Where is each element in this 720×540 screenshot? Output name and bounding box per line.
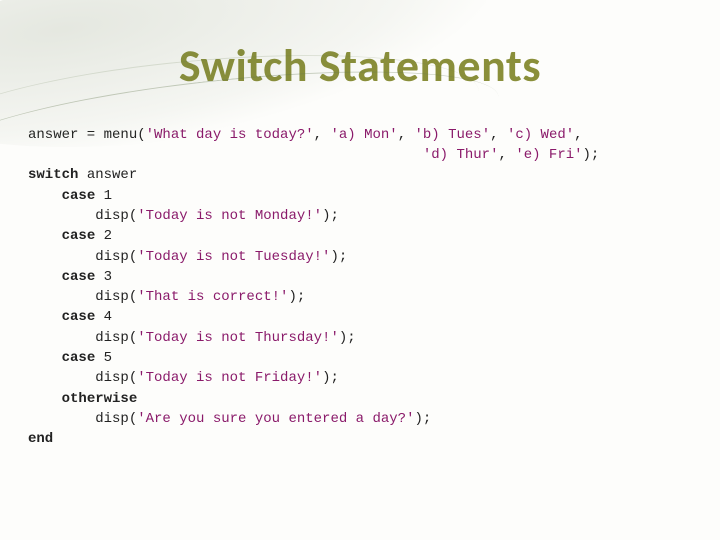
keyword-otherwise: otherwise	[62, 391, 138, 407]
string-literal: 'Today is not Monday!'	[137, 208, 322, 224]
code-text: 3	[95, 269, 112, 285]
code-text	[28, 269, 62, 285]
keyword-switch: switch	[28, 167, 78, 183]
code-text: ,	[398, 127, 415, 143]
code-text: );	[322, 370, 339, 386]
string-literal: 'What day is today?'	[146, 127, 314, 143]
string-literal: 'b) Tues'	[415, 127, 491, 143]
code-text: ,	[574, 127, 582, 143]
string-literal: 'e) Fri'	[515, 147, 582, 163]
string-literal: 'Today is not Tuesday!'	[137, 249, 330, 265]
code-text	[28, 391, 62, 407]
code-text: 2	[95, 228, 112, 244]
code-text	[28, 188, 62, 204]
code-text: answer	[78, 167, 137, 183]
code-text: );	[583, 147, 600, 163]
string-literal: 'Are you sure you entered a day?'	[137, 411, 414, 427]
code-text: 1	[95, 188, 112, 204]
keyword-end: end	[28, 431, 53, 447]
code-text	[28, 147, 423, 163]
code-text: ,	[490, 127, 507, 143]
code-text: disp(	[28, 289, 137, 305]
code-block: answer = menu('What day is today?', 'a) …	[28, 125, 692, 450]
code-text: ,	[499, 147, 516, 163]
code-text: );	[339, 330, 356, 346]
string-literal: 'a) Mon'	[330, 127, 397, 143]
code-text: 5	[95, 350, 112, 366]
keyword-case: case	[62, 269, 96, 285]
code-text: disp(	[28, 208, 137, 224]
code-text: );	[322, 208, 339, 224]
code-text	[28, 350, 62, 366]
string-literal: 'That is correct!'	[137, 289, 288, 305]
code-text: disp(	[28, 411, 137, 427]
string-literal: 'Today is not Friday!'	[137, 370, 322, 386]
keyword-case: case	[62, 228, 96, 244]
keyword-case: case	[62, 309, 96, 325]
string-literal: 'd) Thur'	[423, 147, 499, 163]
code-text: );	[330, 249, 347, 265]
code-text: answer = menu(	[28, 127, 146, 143]
slide-title: Switch Statements	[0, 38, 720, 94]
keyword-case: case	[62, 350, 96, 366]
code-text: disp(	[28, 249, 137, 265]
string-literal: 'Today is not Thursday!'	[137, 330, 339, 346]
string-literal: 'c) Wed'	[507, 127, 574, 143]
code-text: );	[414, 411, 431, 427]
code-text: 4	[95, 309, 112, 325]
code-text	[28, 309, 62, 325]
code-text: ,	[314, 127, 331, 143]
code-text	[28, 228, 62, 244]
code-text: disp(	[28, 330, 137, 346]
keyword-case: case	[62, 188, 96, 204]
code-text: disp(	[28, 370, 137, 386]
code-text: );	[288, 289, 305, 305]
